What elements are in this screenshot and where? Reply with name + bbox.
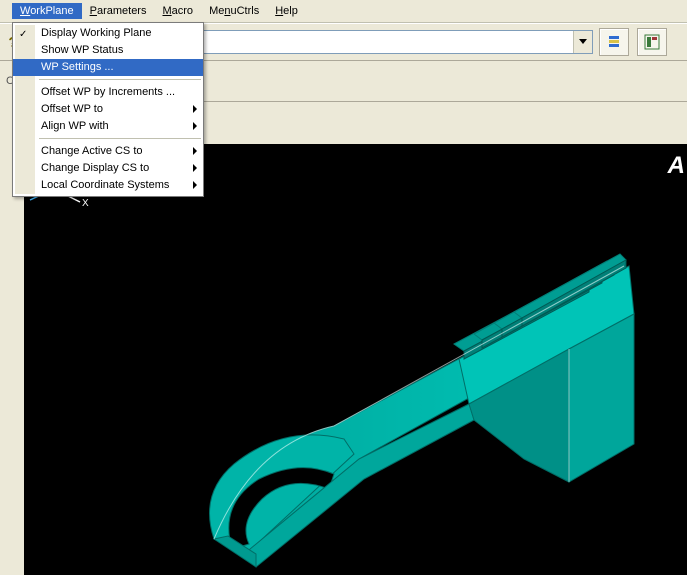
toolbar-button-1[interactable] xyxy=(599,28,629,56)
menu-separator xyxy=(39,138,201,140)
menu-item-local-cs[interactable]: Local Coordinate Systems xyxy=(13,177,203,194)
menu-label: Parameters xyxy=(90,5,147,17)
menu-item-label: Local Coordinate Systems xyxy=(41,179,169,191)
menu-label: Macro xyxy=(162,5,193,17)
menu-item-display-working-plane[interactable]: ✓ Display Working Plane xyxy=(13,25,203,42)
menu-label: Help xyxy=(275,5,298,17)
menu-item-change-active-cs[interactable]: Change Active CS to xyxy=(13,143,203,160)
panel-icon xyxy=(644,34,660,50)
menu-item-label: WP Settings ... xyxy=(41,61,114,73)
menu-item-label: Display Working Plane xyxy=(41,27,151,39)
menu-item-offset-wp-increments[interactable]: Offset WP by Increments ... xyxy=(13,84,203,101)
menu-item-label: Offset WP by Increments ... xyxy=(41,86,175,98)
menu-item-show-wp-status[interactable]: Show WP Status xyxy=(13,42,203,59)
menu-help[interactable]: Help xyxy=(267,3,306,19)
graphics-viewport[interactable]: A xyxy=(24,144,687,575)
menu-separator xyxy=(39,79,201,81)
menu-menuctrls[interactable]: MenuCtrls xyxy=(201,3,267,19)
menu-item-label: Change Active CS to xyxy=(41,145,143,157)
menu-item-change-display-cs[interactable]: Change Display CS to xyxy=(13,160,203,177)
axis-x-label: X xyxy=(82,198,89,209)
menu-item-label: Align WP with xyxy=(41,120,109,132)
menu-workplane[interactable]: WorkPlane xyxy=(12,3,82,19)
submenu-arrow-icon xyxy=(193,105,197,113)
model-rendering xyxy=(24,144,687,575)
submenu-arrow-icon xyxy=(193,164,197,172)
combo-dropdown-button[interactable] xyxy=(573,31,592,53)
menu-item-label: Show WP Status xyxy=(41,44,123,56)
toolbar-button-2[interactable] xyxy=(637,28,667,56)
menu-item-align-wp-with[interactable]: Align WP with xyxy=(13,118,203,135)
menu-macro[interactable]: Macro xyxy=(154,3,201,19)
menu-item-label: Offset WP to xyxy=(41,103,103,115)
submenu-arrow-icon xyxy=(193,181,197,189)
menu-label: MenuCtrls xyxy=(209,5,259,17)
check-icon: ✓ xyxy=(19,26,27,43)
chevron-down-icon xyxy=(579,39,587,45)
submenu-arrow-icon xyxy=(193,122,197,130)
menu-parameters[interactable]: Parameters xyxy=(82,3,155,19)
menu-item-offset-wp-to[interactable]: Offset WP to xyxy=(13,101,203,118)
menu-label: WorkPlane xyxy=(20,5,74,17)
menubar: WorkPlane Parameters Macro MenuCtrls Hel… xyxy=(0,0,687,23)
menu-item-wp-settings[interactable]: WP Settings ... xyxy=(13,59,203,76)
workplane-dropdown: ✓ Display Working Plane Show WP Status W… xyxy=(12,22,204,197)
menu-item-label: Change Display CS to xyxy=(41,162,149,174)
stack-icon xyxy=(606,34,622,50)
submenu-arrow-icon xyxy=(193,147,197,155)
